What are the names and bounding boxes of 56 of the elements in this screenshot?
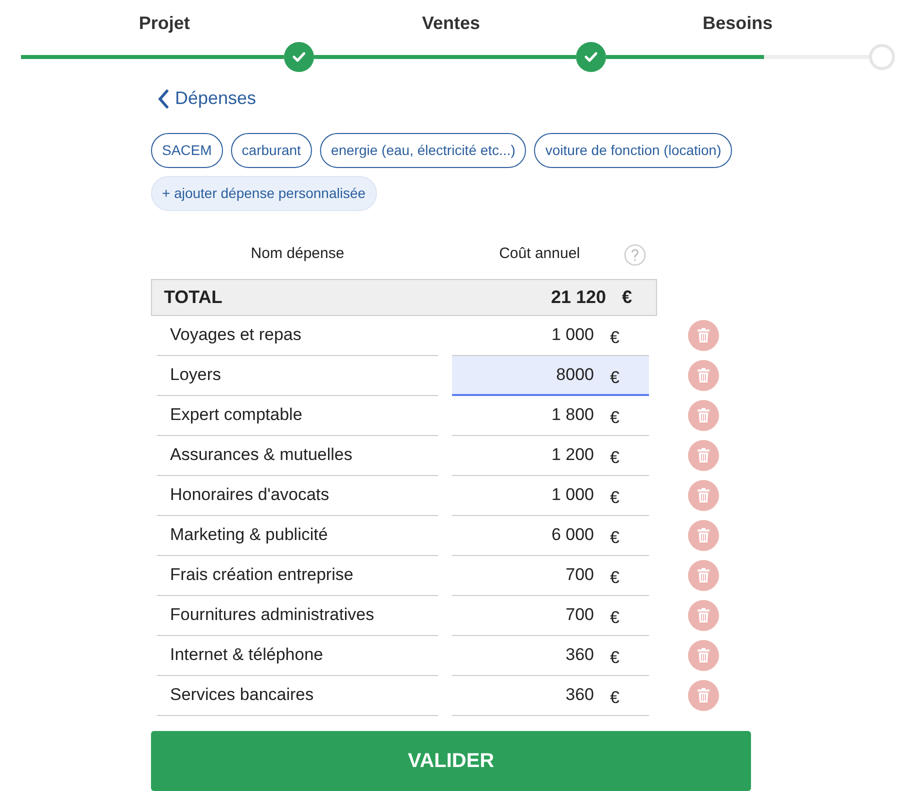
currency-label: €: [610, 406, 620, 428]
currency-label: €: [610, 326, 620, 348]
expense-chip[interactable]: carburant: [230, 132, 312, 168]
chevron-left-icon: [157, 88, 169, 108]
total-amount: 21 120: [550, 286, 606, 308]
trash-icon: [697, 528, 710, 543]
expense-chip[interactable]: SACEM: [151, 132, 223, 168]
expense-name: Expert comptable: [157, 396, 438, 436]
currency-label: €: [610, 446, 620, 468]
expense-name: Honoraires d'avocats: [157, 476, 438, 516]
currency-label: €: [610, 366, 620, 388]
delete-button[interactable]: [688, 600, 719, 631]
currency-label: €: [610, 646, 620, 668]
currency-label: €: [610, 686, 620, 708]
delete-button[interactable]: [688, 360, 719, 391]
trash-icon: [697, 648, 710, 663]
expense-chip[interactable]: voiture de fonction (location): [534, 132, 732, 168]
expense-name: Loyers: [157, 356, 438, 396]
expense-name: Assurances & mutuelles: [157, 436, 438, 476]
step-label: Ventes: [422, 12, 480, 35]
delete-button[interactable]: [688, 520, 719, 551]
help-icon[interactable]: [624, 244, 646, 266]
trash-icon: [697, 408, 710, 423]
column-header: Nom dépense: [250, 244, 346, 264]
trash-icon: [697, 368, 710, 383]
delete-button[interactable]: [688, 560, 719, 591]
step-label: Projet: [138, 12, 190, 35]
trash-icon: [697, 488, 710, 503]
expense-name: Frais création entreprise: [157, 556, 438, 596]
currency-label: €: [610, 526, 620, 548]
trash-icon: [697, 448, 710, 463]
trash-icon: [697, 608, 710, 623]
column-header: Coût annuel: [498, 244, 580, 264]
expense-chip[interactable]: energie (eau, électricité etc...): [320, 132, 526, 168]
expense-name: Voyages et repas: [157, 316, 438, 356]
delete-button[interactable]: [688, 320, 719, 351]
total-label: TOTAL: [164, 286, 224, 308]
trash-icon: [697, 328, 710, 343]
back-link[interactable]: Dépenses: [157, 85, 256, 112]
expense-name: Internet & téléphone: [157, 636, 438, 676]
trash-icon: [697, 688, 710, 703]
currency-label: €: [610, 486, 620, 508]
delete-button[interactable]: [688, 400, 719, 431]
delete-button[interactable]: [688, 480, 719, 511]
step-label: Besoins: [702, 12, 773, 35]
currency-label: €: [622, 286, 632, 308]
currency-label: €: [610, 606, 620, 628]
currency-label: €: [610, 566, 620, 588]
expense-name: Marketing & publicité: [157, 516, 438, 556]
add-expense-button[interactable]: + ajouter dépense personnalisée: [151, 176, 377, 210]
delete-button[interactable]: [688, 640, 719, 671]
delete-button[interactable]: [688, 440, 719, 471]
expense-name: Fournitures administratives: [157, 596, 438, 636]
expense-name: Services bancaires: [157, 676, 438, 716]
trash-icon: [697, 568, 710, 583]
delete-button[interactable]: [688, 680, 719, 711]
